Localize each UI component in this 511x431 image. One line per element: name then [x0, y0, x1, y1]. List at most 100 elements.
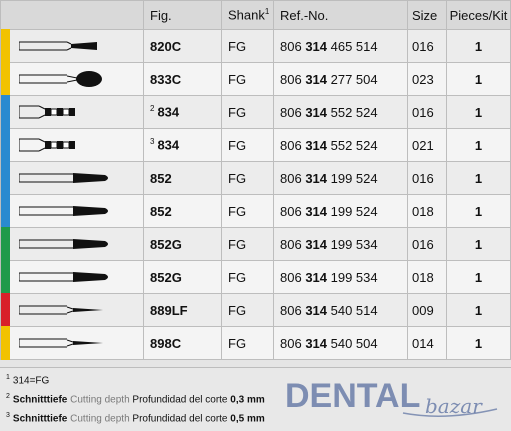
ref-shank-code: 314	[305, 335, 328, 351]
ref-shank-code: 314	[305, 203, 328, 219]
footnote-sup: 2	[6, 393, 10, 400]
size-cell: 016	[407, 95, 447, 129]
fig-number: 852G	[150, 269, 182, 285]
shank-cell: FG	[221, 326, 274, 360]
shank-cell: FG	[221, 29, 274, 63]
fig-superscript: 3	[150, 137, 155, 147]
pieces-cell: 1	[446, 260, 511, 294]
fig-cell: 852	[143, 194, 222, 228]
ref-suffix: 540 504	[327, 335, 378, 351]
footnote-text: 314=FG	[12, 375, 50, 387]
cone-bur-icon	[19, 41, 97, 51]
color-code-bar	[1, 95, 10, 129]
ref-prefix: 806	[280, 269, 306, 285]
header-shank-sup: 1	[264, 7, 270, 17]
ref-no-cell: 806 314 277 504	[273, 62, 408, 96]
fig-cell: 852G	[143, 227, 222, 261]
ref-prefix: 806	[280, 71, 306, 87]
bur-image-cell	[0, 29, 144, 63]
bur-image-cell	[0, 62, 144, 96]
ref-no-cell: 806 314 552 524	[273, 128, 408, 162]
pieces-cell: 1	[446, 161, 511, 195]
size-cell: 016	[407, 227, 447, 261]
bur-image-cell	[0, 194, 144, 228]
ref-no-cell: 806 314 199 524	[273, 161, 408, 195]
logo-main-text: DENTAL	[285, 377, 420, 415]
footnote-de: Schnitttiefe	[12, 413, 68, 425]
ref-no-cell: 806 314 199 534	[273, 260, 408, 294]
pieces-cell: 1	[446, 194, 511, 228]
color-code-bar	[1, 227, 10, 261]
fig-number: 889LF	[150, 302, 188, 318]
color-code-bar	[1, 293, 10, 327]
table-row: 820C FG 806 314 465 514 016 1	[0, 29, 511, 63]
pieces-cell: 1	[446, 293, 511, 327]
ref-shank-code: 314	[305, 269, 328, 285]
footnote-value: 0,5 mm	[230, 413, 265, 425]
ref-prefix: 806	[280, 335, 306, 351]
ref-shank-code: 314	[305, 38, 328, 54]
fig-cell: 852	[143, 161, 222, 195]
shank-cell: FG	[221, 293, 274, 327]
size-cell: 016	[407, 29, 447, 63]
pieces-cell: 1	[446, 128, 511, 162]
footnote-en: Cutting depth	[70, 413, 130, 425]
table-row: 3 834 FG 806 314 552 524 021 1	[0, 128, 511, 162]
shank-cell: FG	[221, 227, 274, 261]
ref-no-cell: 806 314 540 514	[273, 293, 408, 327]
fig-cell: 820C	[143, 29, 222, 63]
fig-cell: 3 834	[143, 128, 222, 162]
color-code-bar	[1, 62, 10, 96]
shank-cell: FG	[221, 128, 274, 162]
ref-shank-code: 314	[305, 137, 328, 153]
ref-prefix: 806	[280, 302, 306, 318]
ref-suffix: 199 534	[327, 236, 378, 252]
header-image-col	[0, 0, 144, 30]
header-size: Size	[407, 0, 447, 30]
product-table: Fig. Shank1 Ref.-No. Size Pieces/Kit 820…	[0, 0, 511, 360]
depth-marker-bur-icon	[19, 105, 75, 119]
color-code-bar	[1, 194, 10, 228]
ref-suffix: 199 534	[327, 269, 378, 285]
bur-image-cell	[0, 161, 144, 195]
depth-marker-bur-icon	[19, 138, 75, 152]
fig-number: 834	[157, 137, 180, 153]
table-row: 852G FG 806 314 199 534 016 1	[0, 227, 511, 261]
fig-number: 852	[150, 203, 172, 219]
color-code-bar	[1, 128, 10, 162]
fig-number: 852	[150, 170, 172, 186]
pieces-cell: 1	[446, 95, 511, 129]
footnote-sup: 3	[6, 412, 10, 419]
table-row: 2 834 FG 806 314 552 524 016 1	[0, 95, 511, 129]
footnote-de: Schnitttiefe	[12, 394, 68, 406]
fig-cell: 889LF	[143, 293, 222, 327]
header-shank-label: Shank	[228, 7, 265, 23]
ref-shank-code: 314	[305, 236, 328, 252]
pieces-cell: 1	[446, 29, 511, 63]
taper-bur-icon	[19, 206, 108, 216]
needle-bur-icon	[19, 305, 103, 315]
ref-suffix: 277 504	[327, 71, 378, 87]
ref-prefix: 806	[280, 38, 306, 54]
ref-no-cell: 806 314 552 524	[273, 95, 408, 129]
shank-cell: FG	[221, 194, 274, 228]
ref-no-cell: 806 314 199 534	[273, 227, 408, 261]
needle-bur-icon	[19, 338, 103, 348]
fig-number: 898C	[150, 335, 182, 351]
ref-suffix: 199 524	[327, 203, 378, 219]
table-row: 833C FG 806 314 277 504 023 1	[0, 62, 511, 96]
size-cell: 023	[407, 62, 447, 96]
fig-cell: 898C	[143, 326, 222, 360]
size-cell: 009	[407, 293, 447, 327]
ref-prefix: 806	[280, 137, 306, 153]
footnote-es: Profundidad del corte	[132, 413, 228, 425]
footnote-sup: 1	[6, 374, 10, 381]
fig-number: 820C	[150, 38, 182, 54]
table-row: 889LF FG 806 314 540 514 009 1	[0, 293, 511, 327]
footnote-2: 2 Schnitttiefe Cutting depth Profundidad …	[6, 393, 265, 405]
shank-cell: FG	[221, 161, 274, 195]
taper-bur-icon	[19, 272, 108, 282]
ref-no-cell: 806 314 465 514	[273, 29, 408, 63]
footnote-3: 3 Schnitttiefe Cutting depth Profundidad …	[6, 412, 265, 424]
footnote-es: Profundidad del corte	[132, 394, 228, 406]
